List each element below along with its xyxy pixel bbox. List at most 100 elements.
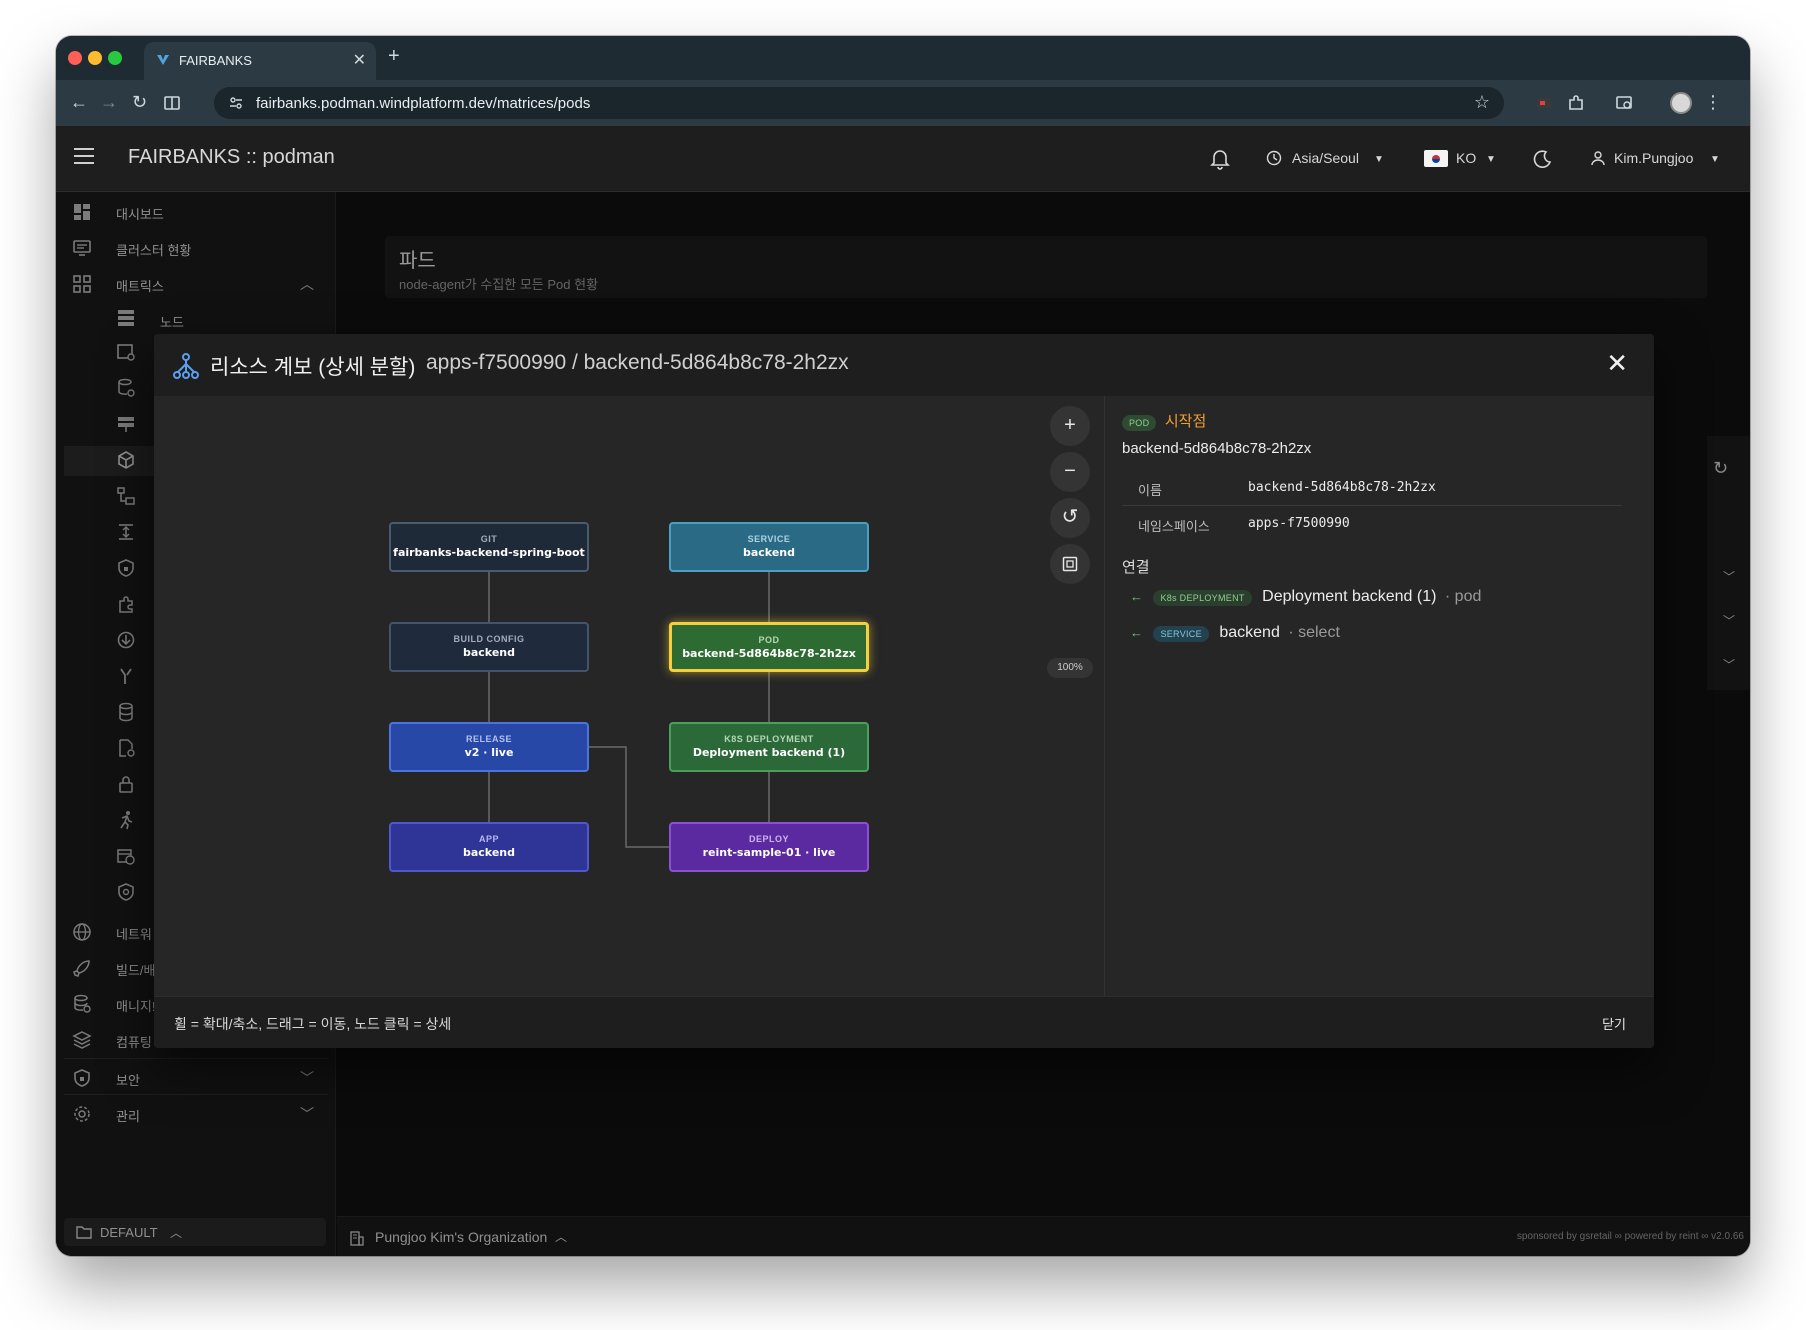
node-app[interactable]: APP backend <box>389 822 589 872</box>
timezone-label: Asia/Seoul <box>1292 150 1359 166</box>
field-value: backend-5d864b8c78-2h2zx <box>1248 480 1436 495</box>
dark-mode-moon-icon[interactable] <box>1532 149 1552 169</box>
link-relation: · select <box>1288 624 1340 641</box>
new-tab-button[interactable]: + <box>388 45 400 68</box>
node-release[interactable]: RELEASE v2 · live <box>389 722 589 772</box>
detail-panel: POD 시작점 backend-5d864b8c78-2h2zx 이름 back… <box>1122 396 1638 996</box>
field-label: 네임스페이스 <box>1138 519 1210 534</box>
link-row-service[interactable]: ← SERVICE backend · select <box>1130 624 1340 648</box>
chevron-down-icon: ▼ <box>1710 154 1720 165</box>
back-icon[interactable]: ← <box>70 92 88 113</box>
chevron-down-icon: ▼ <box>1486 154 1496 165</box>
browser-window: FAIRBANKS ✕ + ← → ↻ fairbanks.podman.win… <box>56 36 1750 1256</box>
node-kind: SERVICE <box>747 534 791 544</box>
link-kind-badge: SERVICE <box>1153 626 1209 642</box>
field-value: apps-f7500990 <box>1248 516 1350 531</box>
dialog-header: 리소스 계보 (상세 분할) apps-f7500990 / backend-5… <box>154 334 1654 396</box>
browser-tab[interactable]: FAIRBANKS ✕ <box>144 42 376 80</box>
origin-label: 시작점 <box>1164 413 1207 430</box>
minimize-window-button[interactable] <box>88 51 102 65</box>
lineage-dialog: 리소스 계보 (상세 분할) apps-f7500990 / backend-5… <box>154 334 1654 1048</box>
node-name: fairbanks-backend-spring-boot <box>393 546 585 559</box>
clock-icon <box>1266 150 1282 166</box>
tab-strip: FAIRBANKS ✕ + <box>56 36 1750 80</box>
reset-view-button[interactable]: ↺ <box>1050 498 1090 538</box>
fit-view-button[interactable] <box>1050 544 1090 584</box>
node-name: Deployment backend (1) <box>692 746 846 759</box>
lineage-tree-icon <box>173 353 199 379</box>
links-title: 연결 <box>1122 559 1150 576</box>
node-kind: BUILD CONFIG <box>453 634 525 644</box>
node-name: backend-5d864b8c78-2h2zx <box>682 647 856 660</box>
user-name: Kim.Pungjoo <box>1614 150 1694 166</box>
dialog-footer: 휠 = 확대/축소, 드래그 = 이동, 노드 클릭 = 상세 닫기 <box>154 996 1654 1048</box>
link-row-k8s-deployment[interactable]: ← K8s DEPLOYMENT Deployment backend (1) … <box>1130 588 1481 612</box>
browser-toolbar: ← → ↻ fairbanks.podman.windplatform.dev/… <box>56 80 1750 126</box>
node-kind: GIT <box>480 534 498 544</box>
back-arrow-icon: ← <box>1130 589 1143 604</box>
app-header: FAIRBANKS :: podman Asia/Seoul ▼ KO ▼ Ki… <box>56 126 1750 192</box>
tab-title: FAIRBANKS <box>179 53 252 68</box>
link-kind-badge: K8s DEPLOYMENT <box>1153 590 1252 606</box>
node-git[interactable]: GIT fairbanks-backend-spring-boot <box>389 522 589 572</box>
browser-menu-icon[interactable]: ⋮ <box>1704 92 1722 113</box>
link-name: backend <box>1219 624 1280 641</box>
node-pod[interactable]: POD backend-5d864b8c78-2h2zx <box>669 622 869 672</box>
language-label: KO <box>1456 150 1477 166</box>
node-k8s-deployment[interactable]: K8S DEPLOYMENT Deployment backend (1) <box>669 722 869 772</box>
node-name: backend <box>462 646 515 659</box>
node-kind: RELEASE <box>465 734 512 744</box>
node-name: v2 · live <box>464 746 514 759</box>
extensions-puzzle-icon[interactable] <box>1566 93 1586 113</box>
panel-divider <box>1104 396 1105 996</box>
profile-avatar[interactable] <box>1670 92 1692 114</box>
tab-close-icon[interactable]: ✕ <box>353 50 366 70</box>
close-window-button[interactable] <box>68 51 82 65</box>
detail-header: POD 시작점 <box>1122 410 1206 431</box>
pod-kind-badge: POD <box>1122 415 1157 431</box>
link-relation: · pod <box>1444 588 1482 605</box>
forward-icon[interactable]: → <box>100 92 118 113</box>
site-info-icon[interactable] <box>228 95 244 111</box>
user-icon <box>1591 151 1605 166</box>
url-text: fairbanks.podman.windplatform.dev/matric… <box>256 95 591 112</box>
dialog-resource-path: apps-f7500990 / backend-5d864b8c78-2h2zx <box>426 351 849 374</box>
close-icon[interactable]: ✕ <box>1606 348 1628 379</box>
node-kind: K8S DEPLOYMENT <box>724 734 814 744</box>
fit-screen-icon <box>1062 556 1078 572</box>
reload-icon[interactable]: ↻ <box>132 92 147 113</box>
edge-release-deploy <box>589 746 669 848</box>
zoom-out-button[interactable]: − <box>1050 452 1090 492</box>
fairbanks-logo-icon <box>157 55 169 65</box>
node-build-config[interactable]: BUILD CONFIG backend <box>389 622 589 672</box>
back-arrow-icon: ← <box>1130 625 1143 640</box>
extension-red-icon[interactable] <box>1534 93 1554 113</box>
cast-icon[interactable] <box>1614 93 1634 113</box>
close-button[interactable]: 닫기 <box>1602 1014 1626 1033</box>
bookmark-star-icon[interactable]: ☆ <box>1474 92 1490 113</box>
node-kind: APP <box>478 834 499 844</box>
zoom-in-button[interactable]: + <box>1050 406 1090 446</box>
detail-field-row: 네임스페이스 apps-f7500990 <box>1122 506 1622 542</box>
hamburger-menu-icon[interactable] <box>74 148 94 164</box>
node-deploy[interactable]: DEPLOY reint-sample-01 · live <box>669 822 869 872</box>
node-kind: DEPLOY <box>748 834 789 844</box>
usage-hint: 휠 = 확대/축소, 드래그 = 이동, 노드 클릭 = 상세 <box>174 1016 452 1032</box>
korea-flag-icon <box>1424 150 1448 167</box>
maximize-window-button[interactable] <box>108 51 122 65</box>
detail-resource-name: backend-5d864b8c78-2h2zx <box>1122 440 1312 457</box>
dialog-title: 리소스 계보 (상세 분할) <box>210 356 416 379</box>
lineage-graph-canvas[interactable]: GIT fairbanks-backend-spring-boot SERVIC… <box>154 396 1104 996</box>
link-name: Deployment backend (1) <box>1262 588 1437 605</box>
chevron-down-icon: ▼ <box>1374 154 1384 165</box>
graph-edges <box>488 572 770 848</box>
reader-mode-icon[interactable] <box>162 93 182 113</box>
zoom-level: 100% <box>1047 658 1093 678</box>
address-bar[interactable]: fairbanks.podman.windplatform.dev/matric… <box>214 87 1504 119</box>
app-title: FAIRBANKS :: podman <box>128 146 335 168</box>
node-service[interactable]: SERVICE backend <box>669 522 869 572</box>
node-name: reint-sample-01 · live <box>702 846 836 859</box>
node-kind: POD <box>758 635 780 645</box>
field-label: 이름 <box>1138 483 1162 498</box>
notification-bell-icon[interactable] <box>1210 148 1230 170</box>
